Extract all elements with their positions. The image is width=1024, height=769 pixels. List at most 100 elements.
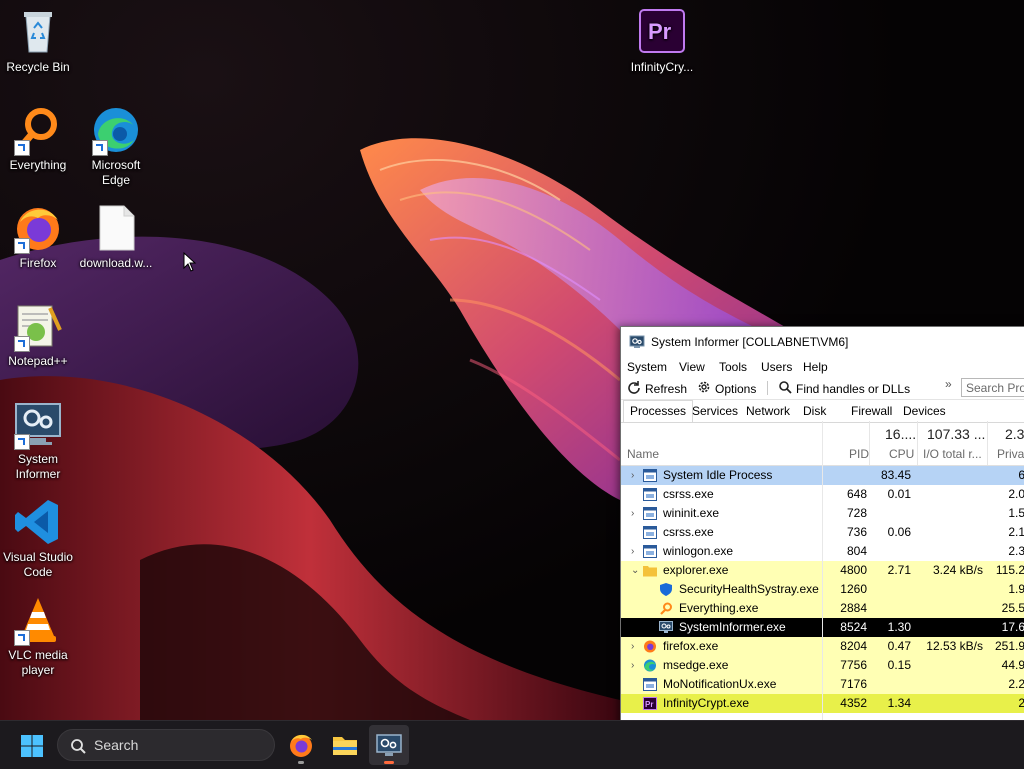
- options-button[interactable]: Options: [697, 380, 756, 397]
- tab-network[interactable]: Network: [746, 404, 790, 418]
- tab-processes[interactable]: Processes: [623, 400, 694, 422]
- shield-icon: [659, 583, 673, 596]
- process-private-bytes: 2.1: [1008, 525, 1024, 539]
- menu-help[interactable]: Help: [803, 360, 828, 374]
- process-name: winlogon.exe: [663, 544, 734, 558]
- desktop-icon-label: Microsoft Edge: [91, 158, 141, 187]
- process-private-bytes: 2.2: [1008, 677, 1024, 691]
- process-name: SecurityHealthSystray.exe: [679, 582, 819, 596]
- column-io-total[interactable]: I/O total r...: [923, 447, 982, 461]
- process-name: msedge.exe: [663, 658, 729, 672]
- process-name: firefox.exe: [663, 639, 719, 653]
- expand-chevron-icon[interactable]: ⌄: [631, 561, 641, 580]
- process-io-total: 3.24 kB/s: [932, 563, 983, 577]
- tab-devices[interactable]: Devices: [903, 404, 946, 418]
- desktop-icon-infinitycrypt[interactable]: Pr InfinityCry...: [624, 6, 700, 75]
- desktop-icon-recycle-bin[interactable]: Recycle Bin: [0, 6, 76, 75]
- expand-chevron-icon[interactable]: ›: [631, 504, 641, 523]
- process-private-bytes: 1.5: [1008, 506, 1024, 520]
- toolbar-separator: [767, 381, 768, 395]
- refresh-icon: [627, 380, 641, 397]
- everything-search-icon: [659, 602, 673, 615]
- windows-logo-icon: [21, 735, 43, 757]
- desktop-icon-vscode[interactable]: Visual Studio Code: [0, 496, 76, 580]
- taskbar-file-explorer[interactable]: [325, 725, 365, 765]
- process-private-bytes: 25.5: [1001, 601, 1024, 615]
- system-informer-icon: [376, 734, 402, 756]
- svg-text:Pr: Pr: [648, 19, 672, 44]
- menu-view[interactable]: View: [679, 360, 705, 374]
- process-private-bytes: 6: [989, 466, 1024, 485]
- taskbar-search-box[interactable]: Search: [57, 729, 275, 761]
- column-divider: [917, 421, 918, 465]
- desktop-icon-label: Visual Studio Code: [3, 550, 73, 579]
- process-io-total: 12.53 kB/s: [926, 639, 983, 653]
- process-name: System Idle Process: [663, 468, 773, 482]
- refresh-button[interactable]: Refresh: [627, 380, 687, 397]
- notepadpp-icon: [12, 300, 64, 352]
- recycle-bin-icon: [12, 6, 64, 58]
- active-app-indicator: [384, 761, 394, 764]
- tab-firewall[interactable]: Firewall: [851, 404, 892, 418]
- process-pid: 2884: [840, 601, 867, 615]
- desktop-icon-notepadpp[interactable]: Notepad++: [0, 300, 76, 369]
- desktop-icon-download-file[interactable]: download.w...: [78, 202, 154, 271]
- find-handles-button[interactable]: Find handles or DLLs: [778, 380, 910, 397]
- desktop-icon-firefox[interactable]: Firefox: [0, 202, 76, 271]
- desktop-icon-everything[interactable]: Everything: [0, 104, 76, 173]
- system-informer-icon: [659, 621, 673, 634]
- system-informer-icon: [629, 334, 645, 353]
- expand-chevron-icon[interactable]: ›: [631, 656, 641, 675]
- expand-chevron-icon[interactable]: ›: [631, 542, 641, 561]
- process-name: csrss.exe: [663, 487, 714, 501]
- process-private-bytes: 251.9: [994, 639, 1024, 653]
- process-name: MoNotificationUx.exe: [663, 677, 777, 691]
- search-processes-input[interactable]: Search Pro: [961, 378, 1024, 397]
- process-window-icon: [643, 526, 657, 539]
- firefox-icon: [643, 640, 657, 653]
- expand-chevron-icon[interactable]: ›: [631, 466, 641, 485]
- process-private-bytes: 17.6: [1001, 620, 1024, 634]
- start-button[interactable]: [20, 734, 44, 758]
- gear-icon: [697, 380, 711, 397]
- shortcut-arrow-icon: [14, 140, 30, 156]
- process-pid: 8524: [840, 620, 867, 634]
- taskbar-firefox[interactable]: [281, 725, 321, 765]
- process-private-bytes: 1.9: [1008, 582, 1024, 596]
- desktop-icon-system-informer[interactable]: System Informer: [0, 398, 76, 482]
- process-pid: 4800: [840, 563, 867, 577]
- process-cpu: 83.45: [880, 468, 911, 482]
- window-title: System Informer [COLLABNET\VM6]: [651, 335, 849, 349]
- column-cpu[interactable]: CPU: [889, 447, 914, 461]
- menu-tools[interactable]: Tools: [719, 360, 747, 374]
- tab-disk[interactable]: Disk: [803, 404, 826, 418]
- firefox-icon: [12, 202, 64, 254]
- process-cpu: 2.71: [887, 563, 911, 577]
- expand-chevron-icon[interactable]: ›: [631, 637, 641, 656]
- process-private-bytes: 115.2: [995, 563, 1024, 577]
- menu-users[interactable]: Users: [761, 360, 792, 374]
- desktop-icon-vlc[interactable]: VLC media player: [0, 594, 76, 678]
- taskbar-system-informer[interactable]: [369, 725, 409, 765]
- edge-icon: [90, 104, 142, 156]
- tab-strip: Processes Services Network Disk Firewall…: [621, 400, 1024, 423]
- desktop-icon-label: System Informer: [15, 452, 61, 481]
- process-pid: 1260: [840, 582, 867, 596]
- taskbar-search-label: Search: [94, 737, 139, 753]
- desktop-icon-label: VLC media player: [8, 648, 68, 677]
- file-explorer-icon: [333, 737, 357, 755]
- tab-services[interactable]: Services: [692, 404, 738, 418]
- title-bar[interactable]: System Informer [COLLABNET\VM6]: [621, 327, 1024, 357]
- system-informer-window[interactable]: System Informer [COLLABNET\VM6] System V…: [620, 326, 1024, 769]
- column-private-bytes[interactable]: Priva: [997, 447, 1024, 461]
- process-pid: 8204: [840, 639, 867, 653]
- svg-text:Pr: Pr: [645, 700, 653, 709]
- process-name: Everything.exe: [679, 601, 759, 615]
- menu-system[interactable]: System: [627, 360, 667, 374]
- shortcut-arrow-icon: [14, 630, 30, 646]
- column-pid[interactable]: PID: [849, 447, 869, 461]
- taskbar: Search: [0, 720, 1024, 769]
- toolbar-overflow-chevron[interactable]: »: [945, 377, 952, 391]
- desktop-icon-edge[interactable]: Microsoft Edge: [78, 104, 154, 188]
- column-name[interactable]: Name: [627, 447, 659, 461]
